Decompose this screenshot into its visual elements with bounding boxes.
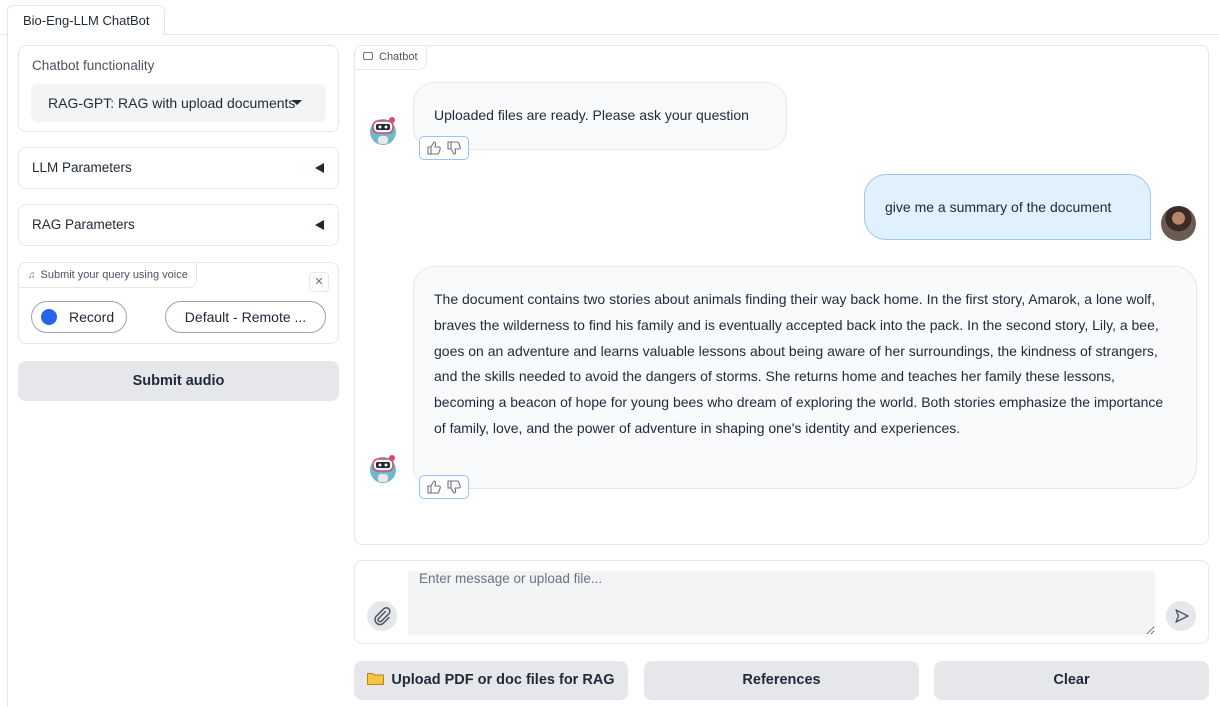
chatbot-panel: Chatbot Uploaded files are ready. Please…: [354, 45, 1209, 545]
record-label: Record: [69, 309, 115, 325]
send-button[interactable]: [1166, 601, 1196, 631]
music-note-icon: ♫: [28, 270, 36, 281]
bot-message: The document contains two stories about …: [413, 266, 1197, 489]
paperclip-icon: [374, 607, 391, 626]
message-text: Uploaded files are ready. Please ask you…: [434, 107, 749, 123]
chatbot-functionality-label: Chatbot functionality: [32, 58, 155, 73]
tab-bar: Bio-Eng-LLM ChatBot: [0, 0, 1219, 36]
message-input-area: [354, 560, 1209, 644]
chat-bubble-icon: [363, 52, 373, 60]
bot-message: Uploaded files are ready. Please ask you…: [413, 82, 787, 150]
feedback-buttons: [419, 475, 469, 499]
llm-parameters-accordion[interactable]: LLM Parameters: [18, 147, 339, 189]
clear-button[interactable]: Clear: [934, 661, 1209, 700]
references-button[interactable]: References: [644, 661, 919, 700]
caret-down-icon: [292, 100, 302, 105]
voice-query-label: ♫ Submit your query using voice: [18, 262, 197, 288]
folder-icon: [367, 673, 385, 685]
rag-parameters-label: RAG Parameters: [32, 217, 135, 232]
user-avatar: [1161, 206, 1196, 241]
record-button[interactable]: Record: [31, 301, 127, 333]
rag-parameters-accordion[interactable]: RAG Parameters: [18, 204, 339, 246]
send-arrow-icon: [1175, 609, 1189, 623]
upload-documents-label: Upload PDF or doc files for RAG: [391, 672, 615, 688]
robot-avatar: [370, 117, 396, 145]
voice-query-panel: ♫ Submit your query using voice ✕ Record …: [18, 262, 339, 344]
chatbot-functionality-panel: Chatbot functionality RAG-GPT: RAG with …: [18, 45, 339, 132]
record-dot-icon: [41, 309, 57, 325]
message-text: give me a summary of the document: [885, 199, 1112, 215]
audio-device-select[interactable]: Default - Remote ...: [165, 301, 326, 333]
attach-file-button[interactable]: [367, 601, 397, 631]
close-audio-button[interactable]: ✕: [309, 272, 329, 292]
submit-audio-button[interactable]: Submit audio: [18, 361, 339, 401]
thumbs-down-icon[interactable]: [447, 480, 461, 494]
chatbot-label: Chatbot: [354, 45, 427, 70]
collapse-triangle-icon: [315, 220, 324, 230]
message-text: The document contains two stories about …: [434, 291, 1164, 436]
message-input[interactable]: [408, 571, 1155, 635]
upload-documents-button[interactable]: Upload PDF or doc files for RAG: [354, 661, 628, 700]
robot-avatar: [370, 455, 396, 483]
feedback-buttons: [419, 136, 469, 160]
tab-panel-edge: [7, 35, 8, 707]
dropdown-selected-value: RAG-GPT: RAG with upload documents: [48, 95, 296, 111]
user-message: give me a summary of the document: [864, 174, 1151, 240]
thumbs-up-icon[interactable]: [427, 141, 441, 155]
tab-bio-eng-llm-chatbot[interactable]: Bio-Eng-LLM ChatBot: [7, 5, 166, 36]
thumbs-down-icon[interactable]: [447, 141, 461, 155]
llm-parameters-label: LLM Parameters: [32, 160, 132, 175]
chatbot-functionality-dropdown[interactable]: RAG-GPT: RAG with upload documents: [31, 84, 326, 122]
chatbot-label-text: Chatbot: [379, 51, 418, 63]
voice-query-label-text: Submit your query using voice: [40, 269, 188, 281]
thumbs-up-icon[interactable]: [427, 480, 441, 494]
collapse-triangle-icon: [315, 163, 324, 173]
